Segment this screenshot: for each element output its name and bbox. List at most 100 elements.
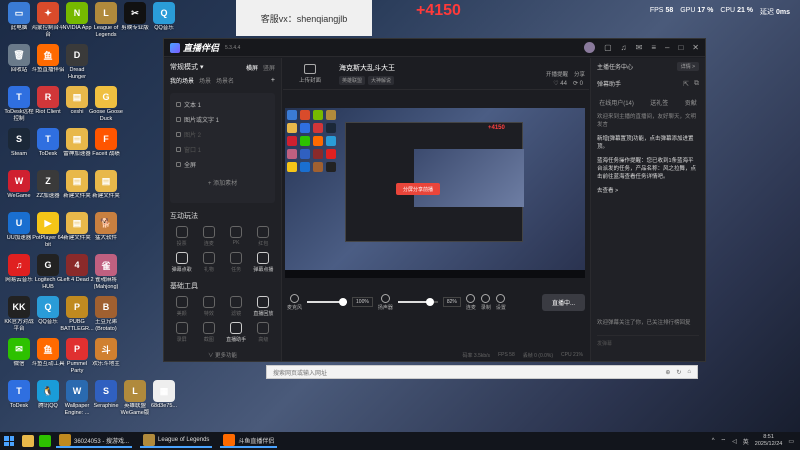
checkbox-icon[interactable] — [176, 147, 181, 152]
tool-button[interactable]: 任务 — [223, 252, 250, 273]
tool-button[interactable]: 特效 — [195, 296, 222, 317]
volume-icon[interactable]: ◁ — [732, 438, 737, 445]
scene-source-item[interactable]: 窗口 1 — [174, 142, 271, 157]
speaker-volume-value[interactable]: 82% — [442, 297, 461, 307]
tool-button[interactable]: 美颜 — [168, 296, 195, 317]
stream-preview[interactable]: 分屏分享前播 +4150 — [285, 108, 585, 278]
close-icon[interactable]: ✕ — [692, 43, 699, 52]
tool-label: PK — [232, 240, 240, 246]
message-icon[interactable]: ▢ — [604, 43, 612, 52]
app-titlebar: 直播伴侣 5.3.4.4 ▢ ♫ ✉ ≡ – □ ✕ — [164, 39, 705, 57]
tool-button[interactable]: 滤镜 — [223, 296, 250, 317]
tab-my-scenes[interactable]: 我的场景 — [170, 76, 194, 85]
clock[interactable]: 8:51 2025/12/24 — [755, 434, 783, 448]
desktop-icon[interactable]: 🐕 猛犬软件 — [89, 212, 123, 242]
add-tab-icon[interactable]: ⊕ — [665, 369, 670, 376]
desktop-icon[interactable]: F Faceit 战绩 — [89, 128, 123, 158]
app-icon: Q — [153, 2, 175, 24]
avatar[interactable] — [584, 42, 596, 53]
stream-title[interactable]: 海克斯大乱斗大王 — [339, 63, 395, 73]
speaker-button[interactable]: 扬声器 — [378, 293, 393, 311]
mic-volume-slider[interactable] — [307, 298, 348, 306]
menu-icon[interactable]: ≡ — [651, 43, 656, 52]
live-reminder-button[interactable]: 开播提醒 — [546, 70, 568, 78]
desktop-icon[interactable]: D Dread Hunger — [60, 44, 94, 80]
home-icon[interactable]: ⌂ — [687, 369, 691, 376]
category-tag[interactable]: 大神解说 — [368, 75, 395, 85]
task-details-button[interactable]: 详情 > — [676, 62, 699, 71]
tab-scene[interactable]: 场景 — [199, 76, 211, 85]
refresh-icon[interactable]: ↻ — [676, 369, 681, 376]
taskbar-task[interactable]: League of Legends — [140, 434, 213, 448]
settings-button[interactable]: 设置 — [496, 293, 506, 311]
minimize-icon[interactable]: – — [665, 43, 669, 52]
file-explorer-icon[interactable] — [22, 435, 34, 447]
speaker-volume-slider[interactable] — [397, 298, 438, 306]
tool-button[interactable]: 投票 — [168, 226, 195, 247]
tool-label: 任务 — [231, 267, 242, 273]
tool-button[interactable]: 直播回放 — [250, 296, 277, 317]
scene-source-item[interactable]: 图片或文字 1 — [174, 112, 271, 127]
tab-landscape[interactable]: 横屏 — [246, 63, 258, 72]
app-icon: T — [37, 128, 59, 150]
checkbox-icon[interactable] — [176, 102, 181, 107]
add-source-button[interactable]: + 添加素材 — [174, 178, 271, 187]
tool-button[interactable]: 高级 — [250, 322, 277, 343]
scene-source-item[interactable]: 图片 2 — [174, 127, 271, 142]
more-features-button[interactable]: ∨ 更多功能 — [164, 351, 281, 359]
notification-icon[interactable]: ▭ — [788, 438, 794, 445]
desktop-icon[interactable]: B 土豆兄弟 (Brotato) — [89, 296, 123, 332]
desktop-icon[interactable]: G Goose Goose Duck — [89, 86, 123, 122]
tool-button[interactable]: 连麦 — [195, 226, 222, 247]
scene-source-item[interactable]: 全屏 — [174, 157, 271, 172]
co-stream-button[interactable]: 连麦 — [466, 293, 476, 311]
browser-search-bar[interactable]: 搜索网页或输入网址 ⊕ ↻ ⌂ — [266, 365, 698, 379]
desktop-icon[interactable]: Q QQ音乐 — [147, 2, 181, 32]
wechat-taskbar-icon[interactable] — [39, 435, 51, 447]
tool-button[interactable]: 礼物 — [195, 252, 222, 273]
add-scene-icon[interactable]: + — [271, 77, 275, 84]
app-icon: ▤ — [66, 170, 88, 192]
tool-button[interactable]: 红包 — [250, 226, 277, 247]
desktop-icon[interactable]: 雀雀魂麻将 (Mahjong) — [89, 254, 123, 290]
headset-icon[interactable]: ♫ — [621, 43, 627, 52]
danmu-input[interactable]: 发弹幕 — [597, 335, 699, 357]
network-icon[interactable]: ⌔ — [721, 437, 727, 445]
desktop-icon[interactable]: ▤ 新建文件夹 — [89, 170, 123, 200]
checkbox-icon[interactable] — [176, 117, 181, 122]
input-language[interactable]: 英 — [743, 437, 749, 446]
tool-button[interactable]: 录屏 — [168, 322, 195, 343]
checkbox-icon[interactable] — [176, 132, 181, 137]
tab-gifts[interactable]: 送礼签 — [650, 98, 668, 107]
pin-icon[interactable]: ⇱ — [683, 80, 689, 88]
desktop-icon[interactable]: 斗欢乐斗地主 — [89, 338, 123, 368]
microphone-button[interactable]: 麦克风 — [287, 293, 302, 311]
taskbar-task[interactable]: 斗鱼直播伴侣 — [220, 434, 278, 448]
checkbox-icon[interactable] — [176, 162, 181, 167]
tool-button[interactable]: PK — [223, 226, 250, 247]
tab-scene-name[interactable]: 场景名 — [216, 76, 234, 85]
scene-source-item[interactable]: 文本 1 — [174, 97, 271, 112]
maximize-icon[interactable]: □ — [678, 43, 683, 52]
tool-button[interactable]: 弹幕点播 — [250, 252, 277, 273]
mic-volume-value[interactable]: 100% — [352, 297, 373, 307]
tool-button[interactable]: 直播助手 — [223, 322, 250, 343]
windows-start-icon[interactable] — [4, 436, 14, 446]
danmu-message[interactable]: 去查看 > — [591, 187, 705, 195]
popout-icon[interactable]: ⧉ — [694, 80, 699, 88]
desktop-icon[interactable]: ▦ 68d3e75... — [147, 380, 181, 410]
tray-arrow-icon[interactable]: ^ — [712, 438, 715, 444]
live-status-button[interactable]: 直播中... — [541, 293, 585, 311]
tab-online-users[interactable]: 在线用户(14) — [599, 98, 634, 107]
tab-portrait[interactable]: 竖屏 — [263, 63, 275, 72]
mail-icon[interactable]: ✉ — [636, 43, 643, 52]
tool-button[interactable]: 弹幕点歌 — [168, 252, 195, 273]
share-button[interactable]: 分享 — [574, 70, 585, 78]
tool-button[interactable]: 截图 — [195, 322, 222, 343]
tab-contribution[interactable]: 贡献 — [685, 98, 697, 107]
mode-selector[interactable]: 常规模式 ▾ — [170, 62, 203, 72]
record-button[interactable]: 录制 — [481, 293, 491, 311]
upload-cover-button[interactable]: 上传封面 — [287, 63, 333, 84]
taskbar-task[interactable]: 36024053 - 搜游戏... — [56, 434, 133, 448]
category-tag[interactable]: 英雄联盟 — [339, 75, 366, 85]
